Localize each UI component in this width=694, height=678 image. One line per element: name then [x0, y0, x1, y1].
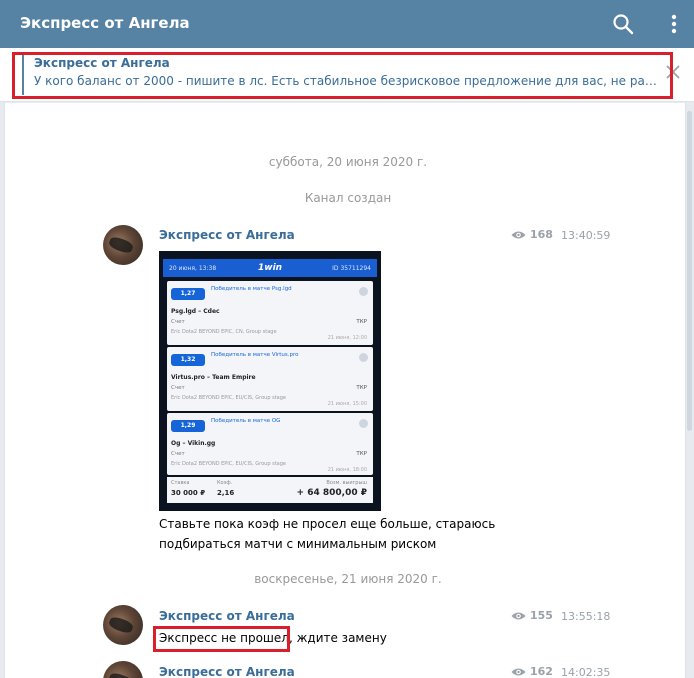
status-dot-icon: [359, 353, 368, 362]
coef-value: 2,16: [217, 489, 235, 497]
bet-score-label: Счет: [171, 385, 185, 391]
bet-type: Победитель в матче OG: [211, 418, 281, 424]
bet-card: 1,32 Победитель в матче Virtus.pro Virtu…: [167, 347, 373, 411]
message-text-line: Ставьте пока коэф не просел еще больше, …: [159, 517, 496, 531]
bet-date: 21 июня, 15:00: [327, 401, 367, 407]
message-list[interactable]: суббота, 20 июня 2020 г. Канал создан Эк…: [4, 103, 686, 678]
slip-date: 20 июня, 13:38: [169, 265, 217, 272]
chat-header: Экспресс от Ангела: [0, 0, 694, 48]
views-count: 168: [511, 228, 553, 241]
bet-card: 1,29 Победитель в матче OG Og – Vikin.gg…: [167, 413, 373, 475]
scrollbar-thumb[interactable]: [687, 111, 692, 431]
status-dot-icon: [359, 419, 368, 428]
bet-odds: 1,32: [171, 354, 205, 366]
eye-icon: [511, 231, 526, 238]
date-separator: суббота, 20 июня 2020 г.: [268, 155, 428, 169]
win-label: Возм. выигрыш: [326, 480, 367, 486]
eye-icon: [511, 612, 526, 619]
pinned-message-bar[interactable]: Экспресс от Ангела У кого баланс от 2000…: [0, 48, 694, 102]
bet-odds: 1,27: [171, 288, 205, 300]
bet-score-label: Счет: [171, 451, 185, 457]
bet-score-label: Счет: [171, 319, 185, 325]
pinned-message[interactable]: Экспресс от Ангела У кого баланс от 2000…: [22, 55, 662, 95]
avatar[interactable]: [103, 661, 143, 678]
bet-date: 21 июня, 12:00: [327, 335, 367, 341]
message-text: Ставьте пока коэф не просел еще больше, …: [159, 514, 495, 554]
pinned-message-text: У кого баланс от 2000 - пишите в лс. Ест…: [34, 74, 662, 88]
views-number: 162: [530, 665, 553, 678]
bet-type: Победитель в матче Psg.lgd: [211, 286, 292, 292]
coef-label: Коэф.: [217, 480, 233, 486]
slip-header: 20 июня, 13:38 1win ID 35711294: [163, 259, 377, 277]
bet-match: Virtus.pro – Team Empire: [171, 374, 256, 381]
message-time: 14:02:35: [561, 666, 611, 678]
win-value: + 64 800,00 ₽: [296, 488, 367, 498]
slip-logo: 1win: [258, 263, 283, 273]
stake-label: Ставка: [171, 480, 190, 486]
views-count: 162: [511, 665, 553, 678]
views-number: 168: [530, 228, 553, 241]
message-text-line: подбираться матчи с минимальным риском: [159, 537, 437, 551]
bet-league: Eric Dota2 BEYOND EPIC, EU/CIS, Group st…: [171, 395, 286, 401]
bet-type: Победитель в матче Virtus.pro: [211, 352, 299, 358]
bet-slip-image[interactable]: 20 июня, 13:38 1win ID 35711294 1,27 Поб…: [159, 251, 381, 511]
channel-title[interactable]: Экспресс от Ангела: [20, 14, 190, 32]
bet-match: Psg.lgd – Cdec: [171, 308, 220, 315]
bet-result: ТКР: [356, 451, 367, 457]
message-author[interactable]: Экспресс от Ангела: [159, 609, 295, 623]
slip-id: ID 35711294: [332, 265, 371, 272]
bet-match: Og – Vikin.gg: [171, 440, 216, 447]
views-number: 155: [530, 609, 553, 622]
bet-result: ТКР: [356, 385, 367, 391]
message-text: Экспресс не прошел, ждите замену: [159, 631, 387, 645]
message-time: 13:55:18: [561, 610, 611, 623]
search-icon[interactable]: [612, 13, 634, 35]
bet-date: 21 июня, 18:00: [327, 467, 367, 473]
slip-summary: Ставка 30 000 ₽ Коэф. 2,16 Возм. выигрыш…: [167, 477, 373, 503]
scrollbar[interactable]: [686, 103, 694, 678]
status-dot-icon: [359, 287, 368, 296]
message-time: 13:40:59: [561, 229, 611, 242]
service-message: Канал создан: [304, 191, 392, 205]
views-count: 155: [511, 609, 553, 622]
bet-card: 1,27 Победитель в матче Psg.lgd Psg.lgd …: [167, 281, 373, 345]
avatar[interactable]: [103, 225, 143, 265]
message-author[interactable]: Экспресс от Ангела: [159, 665, 295, 678]
stake-value: 30 000 ₽: [171, 489, 206, 497]
eye-icon: [511, 668, 526, 675]
bet-result: ТКР: [356, 319, 367, 325]
avatar[interactable]: [103, 605, 143, 645]
bet-odds: 1,29: [171, 420, 205, 432]
bet-league: Eric Dota2 BEYOND EPIC, EU/CIS, Group st…: [171, 461, 286, 467]
bet-league: Eric Dota2 BEYOND EPIC, CN, Group stage: [171, 329, 277, 335]
message-author[interactable]: Экспресс от Ангела: [159, 228, 295, 242]
chat-area: суббота, 20 июня 2020 г. Канал создан Эк…: [0, 103, 694, 678]
close-icon[interactable]: [664, 63, 682, 81]
date-separator: воскресенье, 21 июня 2020 г.: [254, 572, 442, 586]
more-vertical-icon[interactable]: [666, 12, 682, 36]
pinned-message-title: Экспресс от Ангела: [34, 56, 170, 70]
